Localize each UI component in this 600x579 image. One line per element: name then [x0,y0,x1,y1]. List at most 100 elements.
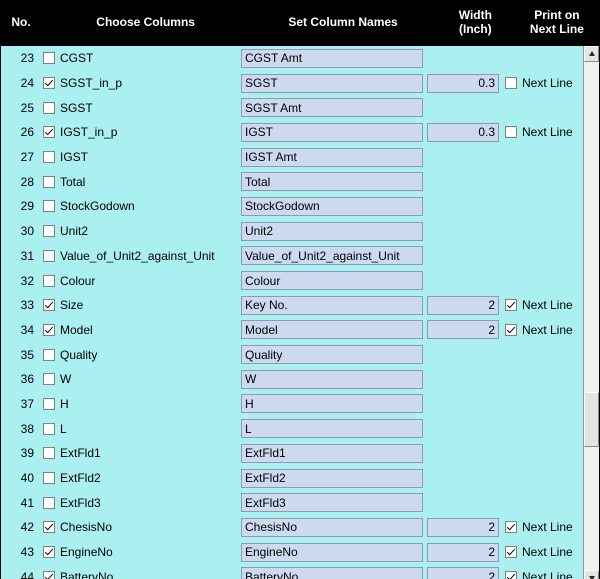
choose-column-checkbox[interactable] [43,274,55,287]
choose-column-checkbox[interactable] [43,348,55,361]
column-name-input[interactable] [241,122,423,142]
choose-column-checkbox[interactable] [43,422,55,435]
column-field-label: SGST [60,100,93,115]
column-name-input[interactable] [241,493,423,513]
column-name-input[interactable] [241,567,423,579]
column-field-label: ExtFld2 [60,471,101,486]
column-field-label: ExtFld3 [60,495,101,510]
choose-column-checkbox[interactable] [43,546,55,559]
column-name-input[interactable] [241,419,423,439]
row-number: 41 [1,490,39,516]
choose-column-cell: Unit2 [39,218,239,244]
column-name-input[interactable] [241,320,423,340]
choose-column-checkbox[interactable] [43,299,55,312]
column-name-input[interactable] [241,48,423,68]
column-name-input[interactable] [241,443,423,463]
row-number: 43 [1,539,39,565]
table-row: 40 ExtFld2 [1,465,585,491]
column-width-input[interactable] [427,517,499,537]
column-width-input[interactable] [427,542,499,562]
choose-column-checkbox[interactable] [43,373,55,386]
column-name-input[interactable] [241,369,423,389]
next-line-checkbox[interactable] [505,546,517,559]
choose-column-checkbox[interactable] [43,225,55,238]
column-name-input[interactable] [241,517,423,537]
choose-column-checkbox[interactable] [43,249,55,262]
column-field-label: Value_of_Unit2_against_Unit [60,248,215,263]
column-name-input[interactable] [241,394,423,414]
column-name-input[interactable] [241,172,423,192]
column-name-input[interactable] [241,98,423,118]
column-width-input[interactable] [427,122,499,142]
scroll-up-button[interactable] [584,46,599,62]
choose-column-checkbox[interactable] [43,200,55,213]
next-line-checkbox[interactable] [505,323,517,336]
choose-column-checkbox[interactable] [43,175,55,188]
column-name-input[interactable] [241,468,423,488]
print-next-line-cell [501,95,585,121]
choose-column-checkbox[interactable] [43,397,55,410]
row-number: 23 [1,46,39,71]
choose-column-checkbox[interactable] [43,52,55,65]
choose-column-checkbox[interactable] [43,472,55,485]
column-width-input[interactable] [427,73,499,93]
next-line-checkbox[interactable] [505,570,517,579]
scrollbar-track-upper[interactable] [584,62,599,392]
column-name-input[interactable] [241,295,423,315]
column-name-cell [239,342,423,367]
print-next-line-cell [501,194,585,219]
column-name-input[interactable] [241,147,423,167]
column-name-cell [239,317,423,343]
column-width-cell [423,539,501,565]
column-name-cell [239,292,423,318]
row-number: 36 [1,366,39,392]
column-name-input[interactable] [241,271,423,291]
next-line-checkbox[interactable] [505,126,517,139]
choose-column-checkbox[interactable] [43,521,55,534]
choose-column-checkbox[interactable] [43,101,55,114]
choose-column-checkbox[interactable] [43,77,55,90]
column-name-input[interactable] [241,73,423,93]
vertical-scrollbar[interactable] [583,46,599,579]
scroll-down-button[interactable] [584,570,599,579]
choose-column-checkbox[interactable] [43,126,55,139]
print-next-line-cell [501,243,585,269]
row-number: 42 [1,515,39,540]
choose-column-checkbox[interactable] [43,496,55,509]
column-field-label: L [60,421,67,436]
scrollbar-track-lower[interactable] [584,447,599,570]
column-name-cell [239,194,423,219]
column-width-input[interactable] [427,295,499,315]
column-width-input[interactable] [427,320,499,340]
column-name-input[interactable] [241,196,423,216]
choose-column-checkbox[interactable] [43,151,55,164]
print-next-line-cell [501,490,585,516]
column-name-input[interactable] [241,221,423,241]
choose-column-checkbox[interactable] [43,323,55,336]
print-next-line-cell: Next Line [501,70,585,96]
column-field-label: W [60,372,72,387]
table-row: 39 ExtFld1 [1,441,585,466]
column-name-cell [239,268,423,293]
header-width-line2: (Inch) [459,22,492,36]
row-number: 39 [1,441,39,466]
scrollbar-thumb[interactable] [584,392,599,447]
column-name-input[interactable] [241,542,423,562]
table-row: 33 Size Next Line [1,292,585,318]
column-name-cell [239,465,423,491]
next-line-checkbox[interactable] [505,521,517,534]
row-number: 32 [1,268,39,293]
choose-column-checkbox[interactable] [43,447,55,460]
column-name-input[interactable] [241,345,423,365]
print-next-line-cell [501,416,585,441]
choose-column-checkbox[interactable] [43,570,55,579]
column-width-input[interactable] [427,567,499,579]
row-number: 35 [1,342,39,367]
print-next-line-cell [501,218,585,244]
print-next-line-cell: Next Line [501,539,585,565]
next-line-checkbox[interactable] [505,299,517,312]
column-width-cell [423,317,501,343]
column-name-input[interactable] [241,246,423,266]
next-line-checkbox[interactable] [505,77,517,90]
choose-column-cell: Size [39,292,239,318]
